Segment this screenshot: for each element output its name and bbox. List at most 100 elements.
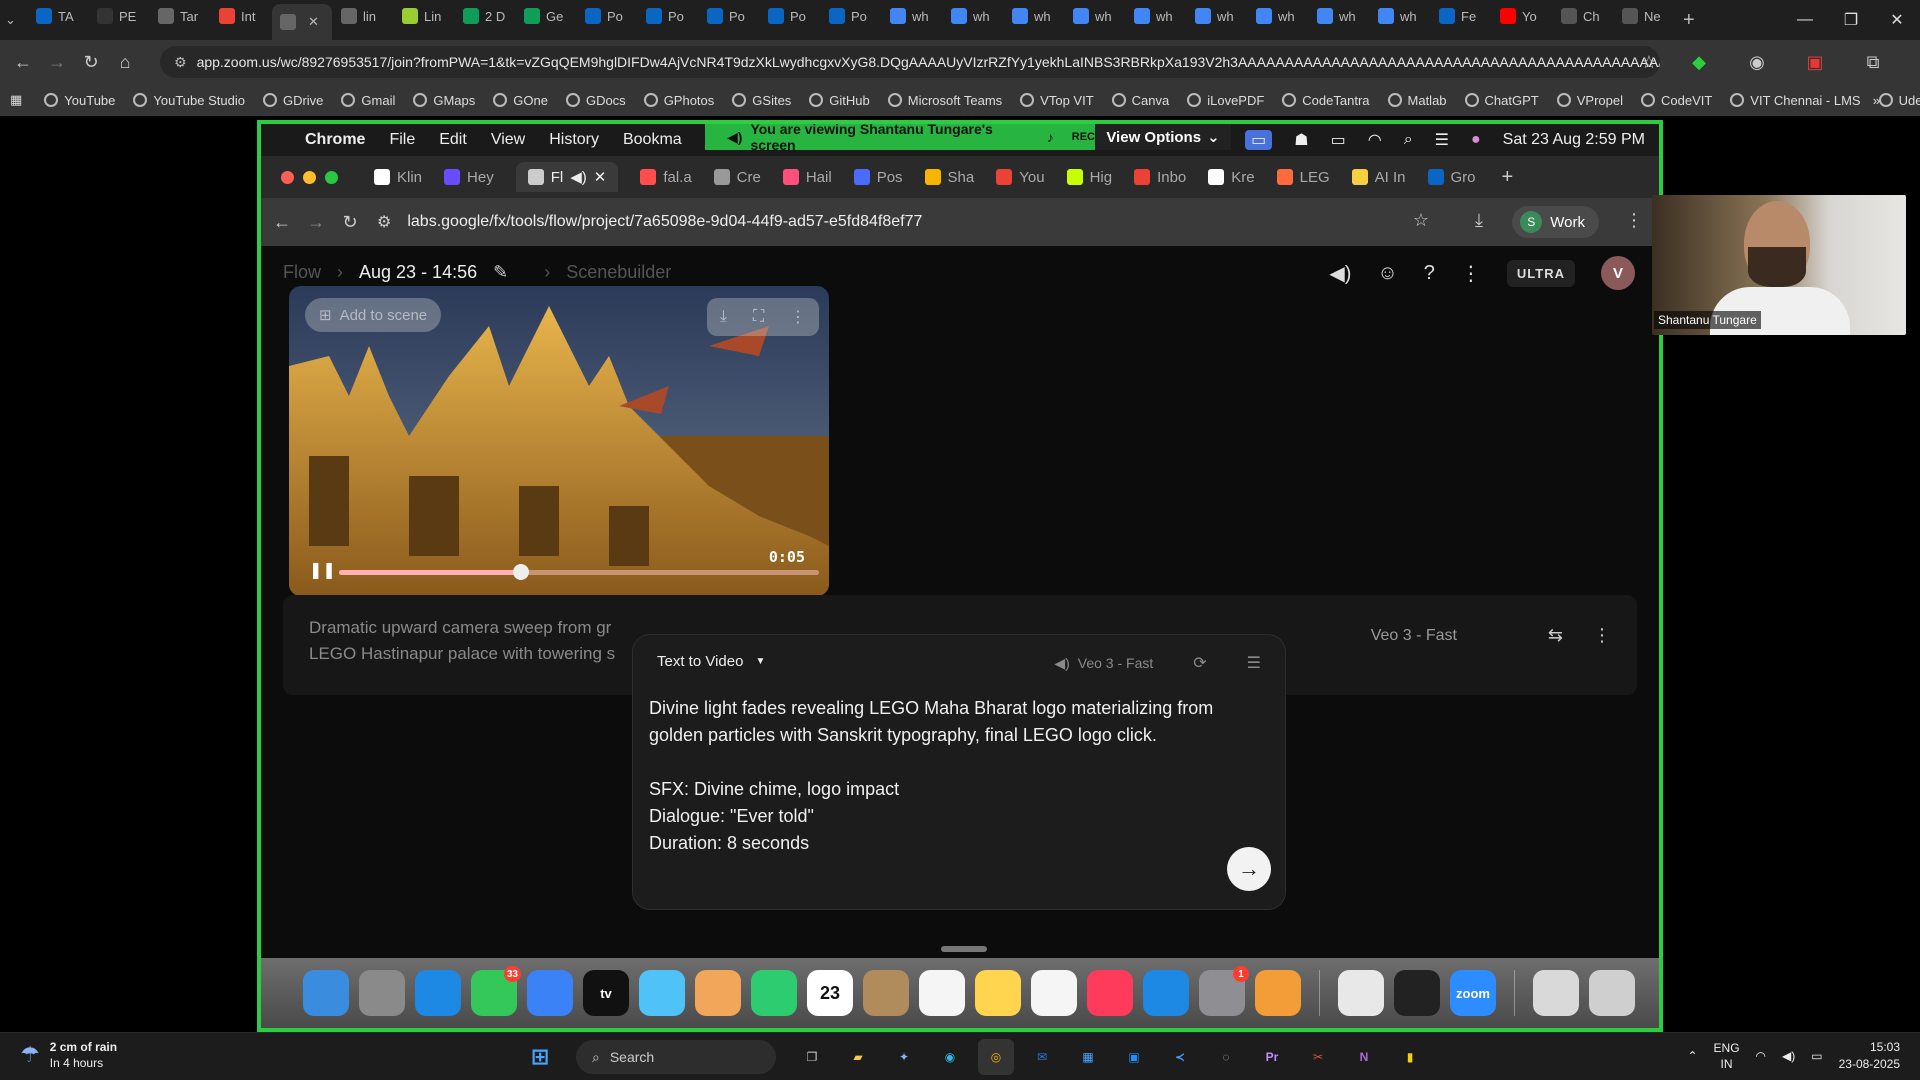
reload-button[interactable]: ↻ bbox=[74, 45, 108, 79]
accessibility-icon[interactable]: ☗ bbox=[1294, 130, 1308, 150]
forward-button[interactable]: → bbox=[40, 45, 74, 79]
browser-tab[interactable]: Int bbox=[211, 0, 271, 32]
tab-search-button[interactable]: ⌄ bbox=[1, 4, 27, 36]
add-to-scene-button[interactable]: ⊞ Add to scene bbox=[305, 298, 442, 332]
browser-tab[interactable]: wh bbox=[1004, 0, 1064, 32]
vscode-icon[interactable]: ≺ bbox=[1162, 1039, 1198, 1075]
video-player[interactable]: ⊞ Add to scene ⤓ ⛶ ⋮ ❚❚ 0:05 bbox=[289, 286, 829, 596]
dock-app-messages[interactable]: 33 bbox=[471, 966, 521, 1016]
bookmark-item[interactable]: Microsoft Teams bbox=[887, 93, 1002, 108]
dock-app-settings[interactable]: 1 bbox=[1199, 966, 1249, 1016]
dock-app-contacts[interactable] bbox=[863, 970, 909, 1016]
volume-icon[interactable]: ◀) bbox=[1329, 261, 1351, 286]
bookmark-item[interactable]: GDrive bbox=[262, 93, 323, 108]
battery-icon[interactable]: ▭ bbox=[1331, 130, 1346, 150]
bookmark-item[interactable]: YouTube bbox=[44, 93, 115, 108]
reuse-prompt-icon[interactable]: ⇆ bbox=[1548, 625, 1563, 646]
mac-tab[interactable]: Pos bbox=[853, 169, 903, 186]
mac-tab[interactable]: Klin bbox=[374, 169, 422, 186]
menu-view[interactable]: View bbox=[491, 131, 525, 149]
dock-app-app-store[interactable] bbox=[1143, 970, 1189, 1016]
bookmark-item[interactable]: GSites bbox=[732, 93, 791, 108]
settings-sliders-icon[interactable]: ☰ bbox=[1247, 653, 1261, 673]
fullscreen-icon[interactable]: ⛶ bbox=[753, 308, 764, 326]
bookmark-item[interactable]: YouTube Studio bbox=[133, 93, 245, 108]
siri-icon[interactable]: ● bbox=[1471, 131, 1481, 149]
premiere-icon[interactable]: Pr bbox=[1254, 1039, 1290, 1075]
browser-tab[interactable]: wh bbox=[1309, 0, 1369, 32]
bookmark-item[interactable]: CodeVIT bbox=[1640, 93, 1712, 108]
mode-selector[interactable]: Text to Video ▼ bbox=[657, 653, 765, 670]
dock-app-finder[interactable] bbox=[303, 970, 349, 1016]
dock-app-launchpad[interactable] bbox=[359, 970, 405, 1016]
save-extension-icon[interactable]: ▣ bbox=[1798, 45, 1832, 79]
bookmark-item[interactable]: ChatGPT bbox=[1464, 93, 1539, 108]
menu-edit[interactable]: Edit bbox=[439, 131, 467, 149]
bookmark-item[interactable]: VIT Chennai - LMS bbox=[1730, 93, 1861, 108]
browser-tab[interactable]: Po bbox=[699, 0, 759, 32]
spotlight-search-icon[interactable]: ⌕ bbox=[1404, 131, 1413, 149]
browser-tab[interactable]: wh bbox=[1187, 0, 1247, 32]
mac-tab[interactable]: You bbox=[996, 169, 1045, 186]
dock-app-stats[interactable] bbox=[1394, 970, 1440, 1016]
discord-icon[interactable]: ☺ bbox=[1377, 262, 1397, 285]
dock-app-music[interactable] bbox=[1087, 970, 1133, 1016]
mac-forward-button[interactable]: → bbox=[299, 205, 333, 239]
dock-app-downloads[interactable] bbox=[1533, 970, 1579, 1016]
user-avatar[interactable]: V bbox=[1601, 256, 1635, 290]
dock-app-safari[interactable] bbox=[415, 970, 461, 1016]
edge-icon[interactable]: ◉ bbox=[932, 1039, 968, 1075]
dock-app-photos[interactable] bbox=[695, 970, 741, 1016]
tray-battery-icon[interactable]: ▭ bbox=[1811, 1049, 1822, 1063]
browser-tab[interactable]: Yo bbox=[1492, 0, 1552, 32]
dock-app-chrome[interactable] bbox=[1338, 970, 1384, 1016]
more-bookmarks-icon[interactable]: » bbox=[1873, 93, 1880, 108]
project-title[interactable]: Aug 23 - 14:56 bbox=[359, 262, 477, 283]
bookmark-item[interactable]: GitHub bbox=[809, 93, 870, 108]
wifi-icon[interactable]: ◠ bbox=[1368, 130, 1382, 150]
dock-app-zoom[interactable]: zoom bbox=[1450, 970, 1496, 1016]
close-tab-icon[interactable]: ✕ bbox=[594, 168, 607, 186]
close-tab-icon[interactable]: ✕ bbox=[308, 14, 319, 30]
video-more-icon[interactable]: ⋮ bbox=[790, 307, 806, 327]
chrome-taskbar-icon[interactable]: ◎ bbox=[978, 1039, 1014, 1075]
dock-app-mail[interactable] bbox=[527, 970, 573, 1016]
browser-tab[interactable]: Po bbox=[638, 0, 698, 32]
snipping-tool-icon[interactable]: ✂ bbox=[1300, 1039, 1336, 1075]
dock-app-notes[interactable] bbox=[975, 970, 1021, 1016]
browser-tab[interactable]: wh bbox=[882, 0, 942, 32]
breadcrumb-scenebuilder[interactable]: Scenebuilder bbox=[566, 262, 671, 283]
bookmark-item[interactable]: GPhotos bbox=[643, 93, 714, 108]
mac-tab[interactable]: Hey bbox=[444, 169, 494, 186]
bookmark-item[interactable]: VTop VIT bbox=[1020, 93, 1094, 108]
browser-tab[interactable]: Ge bbox=[516, 0, 576, 32]
mac-tab[interactable]: Sha bbox=[924, 169, 974, 186]
bookmark-item[interactable]: Matlab bbox=[1387, 93, 1447, 108]
browser-tab[interactable]: TA bbox=[28, 0, 88, 32]
browser-tab[interactable]: lin bbox=[333, 0, 393, 32]
file-explorer-icon[interactable]: ▰ bbox=[840, 1039, 876, 1075]
extensions-puzzle-icon[interactable]: ⧉ bbox=[1856, 45, 1890, 79]
browser-tab[interactable]: Fe bbox=[1431, 0, 1491, 32]
mac-zoom-button[interactable] bbox=[325, 170, 338, 184]
home-button[interactable]: ⌂ bbox=[108, 45, 142, 79]
send-button[interactable]: → bbox=[1227, 847, 1271, 891]
bookmark-item[interactable]: GOne bbox=[493, 93, 548, 108]
download-icon[interactable]: ⤓ bbox=[720, 308, 727, 326]
bookmark-item[interactable]: iLovePDF bbox=[1187, 93, 1264, 108]
bookmark-item[interactable]: GDocs bbox=[565, 93, 626, 108]
bookmark-item[interactable]: CodeTantra bbox=[1282, 93, 1370, 108]
bookmark-item[interactable]: GMaps bbox=[413, 93, 475, 108]
mac-tab[interactable]: Hail bbox=[782, 169, 832, 186]
new-tab-button[interactable]: + bbox=[1675, 4, 1705, 36]
tab-audio-icon[interactable]: ◀) bbox=[570, 168, 587, 186]
dock-app-reminders[interactable] bbox=[919, 970, 965, 1016]
mac-tab[interactable]: LEG bbox=[1276, 169, 1330, 186]
dock-app-facetime[interactable] bbox=[751, 970, 797, 1016]
mac-site-info-icon[interactable]: ⚙ bbox=[377, 212, 391, 232]
mac-tab[interactable]: AI In bbox=[1351, 169, 1406, 186]
camera-extension-icon[interactable]: ◉ bbox=[1740, 45, 1774, 79]
restore-button[interactable]: ❐ bbox=[1828, 0, 1874, 40]
menu-bookmarks[interactable]: Bookma bbox=[623, 131, 682, 149]
prompt-input[interactable]: Divine light fades revealing LEGO Maha B… bbox=[649, 695, 1269, 857]
